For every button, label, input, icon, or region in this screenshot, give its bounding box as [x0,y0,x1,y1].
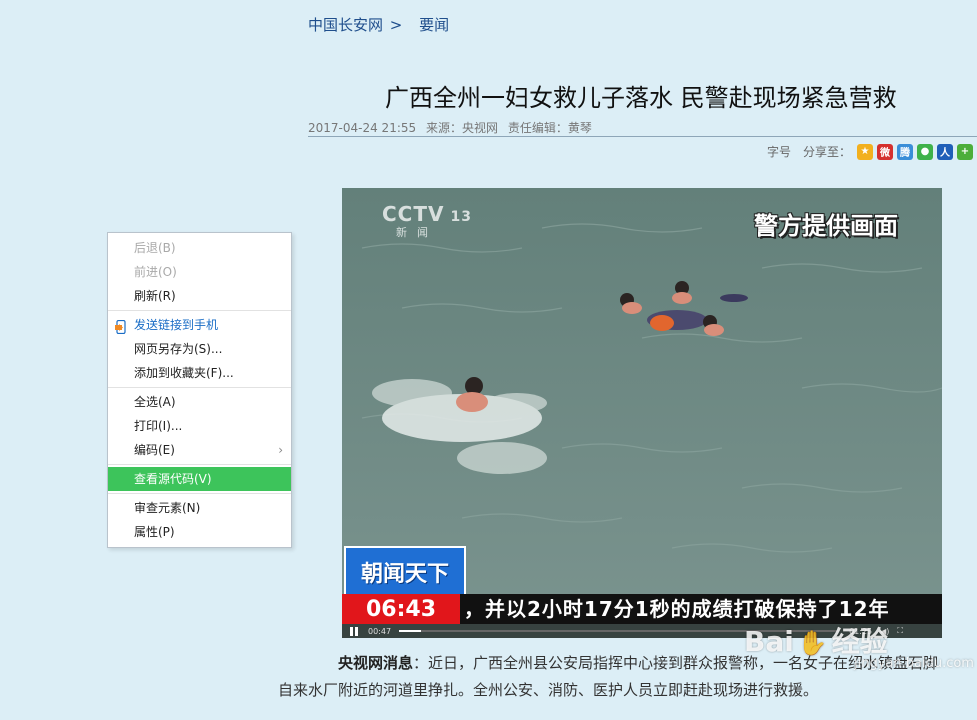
context-menu-item-label: 属性(P) [134,525,175,539]
article-datetime: 2017-04-24 21:55 [308,121,417,135]
context-menu-item[interactable]: 打印(I)... [108,414,291,438]
context-menu-item: 前进(O) [108,260,291,284]
weibo-icon[interactable]: 微 [877,143,893,160]
share-bar: 字号 分享至： ★ 微腾 ● 人 + [767,143,973,160]
context-menu-item[interactable]: 发送链接到手机 [108,313,291,337]
context-menu-item[interactable]: 网页另存为(S)... [108,337,291,361]
context-menu-item[interactable]: 查看源代码(V) [108,467,291,491]
channel-subtitle: 新闻 [396,226,438,239]
context-menu-item-label: 查看源代码(V) [134,472,212,486]
pause-icon[interactable] [350,626,360,636]
tencent-weibo-icon[interactable]: 腾 [897,143,913,160]
footage-tag: 警方提供画面 [754,212,898,240]
baidu-watermark: Bai ✋ 经验 jingyan.baidu.com [744,620,974,671]
submenu-arrow-icon: › [278,443,283,457]
cctv-logo: CCTV 13 新闻 [382,202,472,240]
font-size-toggle[interactable]: 字号 [767,143,791,160]
context-menu-item-label: 打印(I)... [134,419,183,433]
paragraph-line2: 自来水厂附近的河道里挣扎。全州公安、消防、医护人员立即赶赴现场进行救援。 [278,681,819,699]
renren-icon[interactable]: 人 [937,143,953,160]
video-player[interactable]: CCTV 13 新闻 警方提供画面 朝闻天下 06:43 ，并以2小时17分1秒的… [342,188,942,638]
progress-fill [399,630,422,632]
broadcast-clock: 06:43 [342,594,460,624]
article-meta: 2017-04-24 21:55 来源：央视网 责任编辑：黄琴 [308,119,598,136]
qzone-icon[interactable]: ★ [857,143,873,160]
context-menu-item[interactable]: 审查元素(N) [108,496,291,520]
wechat-icon[interactable]: ● [917,143,933,160]
context-menu-item-label: 前进(O) [134,265,177,279]
breadcrumb-separator: > [389,16,403,34]
channel-logo-text: CCTV [382,202,445,226]
context-menu-item-label: 刷新(R) [134,289,176,303]
context-menu-item[interactable]: 添加到收藏夹(F)... [108,361,291,385]
context-menu-divider [108,310,291,311]
context-menu-divider [108,493,291,494]
article-source: 来源：央视网 [425,121,498,135]
context-menu: 后退(B) 前进(O) 刷新(R) 发送链接到手机 网页另存为(S)... 添加到收藏夹(… [107,232,292,548]
title-divider [308,136,977,137]
context-menu-item[interactable]: 全选(A) [108,390,291,414]
breadcrumb: 中国长安网 > 要闻 [308,14,449,35]
more-share-icon[interactable]: + [957,143,973,160]
context-menu-item[interactable]: 刷新(R) [108,284,291,308]
context-menu-item-label: 全选(A) [134,395,176,409]
context-menu-item-label: 编码(E) [134,443,175,457]
article-editor: 责任编辑：黄琴 [507,121,592,135]
show-name-badge: 朝闻天下 [344,546,466,598]
article-title: 广西全州一妇女救儿子落水 民警赴现场紧急营救 [385,84,897,112]
page: 中国长安网 > 要闻 广西全州一妇女救儿子落水 民警赴现场紧急营救 2017-0… [0,0,977,720]
context-menu-item[interactable]: 属性(P) [108,520,291,544]
breadcrumb-site-link[interactable]: 中国长安网 [308,16,383,34]
paw-icon: ✋ [797,629,828,657]
context-menu-item-label: 审查元素(N) [134,501,201,515]
context-menu-item-label: 网页另存为(S)... [134,342,223,356]
channel-number: 13 [450,209,472,225]
current-time: 00:47 [368,626,392,636]
watermark-url: jingyan.baidu.com [854,656,974,671]
context-menu-divider [108,387,291,388]
context-menu-divider [108,464,291,465]
context-menu-item-label: 后退(B) [134,241,176,255]
share-label: 分享至： [802,145,851,159]
context-menu-item[interactable]: 编码(E) › [108,438,291,462]
context-menu-item-label: 发送链接到手机 [134,318,219,332]
phone-send-icon [115,318,127,335]
watermark-brand2: 经验 [831,625,888,658]
context-menu-item: 后退(B) [108,236,291,260]
context-menu-item-label: 添加到收藏夹(F)... [134,366,234,380]
paragraph-lead: 央视网消息 [338,654,414,672]
watermark-brand: Bai [744,625,794,658]
breadcrumb-section-link[interactable]: 要闻 [419,16,449,34]
